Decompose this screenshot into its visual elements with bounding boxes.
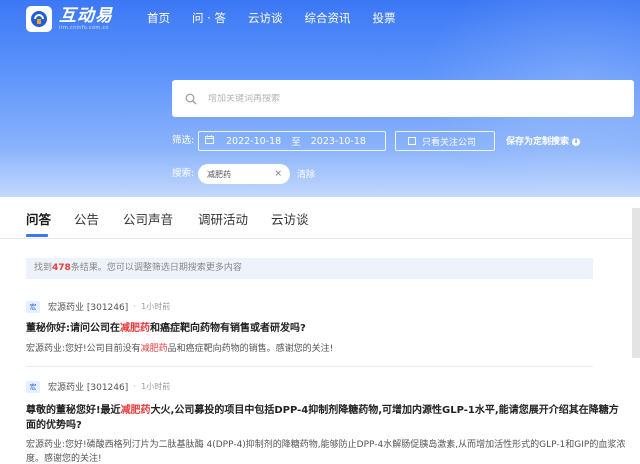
company-name[interactable]: 宏源药业 [301246] <box>48 380 128 393</box>
date-range-picker[interactable]: 2022-10-18 至 2023-10-18 <box>198 131 386 151</box>
content-tabs: 问答 公告 公司声音 调研活动 云访谈 <box>0 197 640 239</box>
company-icon: 宏 <box>26 380 40 393</box>
main-nav: 首页 问 · 答 云访谈 综合资讯 投票 <box>136 10 406 26</box>
search-input[interactable] <box>208 93 608 104</box>
date-from[interactable]: 2022-10-18 <box>226 136 281 147</box>
nav-home[interactable]: 首页 <box>147 10 170 26</box>
tab-announcements[interactable]: 公告 <box>74 209 99 228</box>
post-time: 1小时前 <box>141 302 171 311</box>
tab-cloud-interview[interactable]: 云访谈 <box>271 209 309 228</box>
keyword-tag-text: 减肥药 <box>207 169 231 179</box>
question-text[interactable]: 董秘你好:请问公司在减肥药和癌症靶向药物有销售或者研发吗? <box>26 321 626 336</box>
brand-subtitle: irm.cninfo.com.cn <box>59 24 109 31</box>
keyword-label: 搜索: <box>172 168 195 179</box>
nav-qa[interactable]: 问 · 答 <box>192 10 226 26</box>
follow-only-toggle[interactable]: 只看关注公司 <box>395 131 495 151</box>
search-icon[interactable] <box>184 92 198 106</box>
date-separator: 至 <box>291 137 301 148</box>
nav-cloud-interview[interactable]: 云访谈 <box>248 10 283 26</box>
search-bar <box>172 80 634 117</box>
answer-part: 宏源药业:您好!公司目前没有 <box>26 344 141 354</box>
keyword-tag: 减肥药 × <box>198 164 290 184</box>
question-highlight: 减肥药 <box>120 323 150 334</box>
tab-qa[interactable]: 问答 <box>26 209 51 228</box>
post-time: 1小时前 <box>141 382 171 391</box>
company-icon: 宏 <box>26 300 40 313</box>
question-part: 和癌症靶向药物有销售或者研发吗? <box>150 323 306 334</box>
result-count: 478 <box>52 263 71 273</box>
list-item-header: 宏 宏源药业 [301246] · 1小时前 <box>26 380 170 393</box>
company-name[interactable]: 宏源药业 [301246] <box>48 300 128 313</box>
save-custom-search-button[interactable]: 保存为定制搜索 i <box>506 134 581 147</box>
answer-highlight: 减肥药 <box>140 344 168 354</box>
list-item-header: 宏 宏源药业 [301246] · 1小时前 <box>26 300 170 313</box>
info-icon[interactable]: i <box>572 138 581 146</box>
tab-company-voice[interactable]: 公司声音 <box>123 209 173 228</box>
separator-dot: · <box>133 381 137 392</box>
answer-text: 宏源药业:您好!公司目前没有减肥药品和癌症靶向药物的销售。感谢您的关注! <box>26 342 626 356</box>
hero-banner: 互动易 irm.cninfo.com.cn 首页 问 · 答 云访谈 综合资讯 … <box>0 0 640 197</box>
brand-name: 互动易 <box>59 5 113 26</box>
question-highlight: 减肥药 <box>120 405 151 416</box>
follow-checkbox[interactable] <box>408 137 416 145</box>
question-part: 尊敬的董秘您好!最近 <box>26 405 121 416</box>
answer-text: 宏源药业:您好!磷酸西格列汀片为二肽基肽酶 4(DPP-4)抑制剂的降糖药物,能… <box>26 440 626 464</box>
question-text[interactable]: 尊敬的董秘您好!最近减肥药大火,公司募投的项目中包括DPP-4抑制剂降糖药物,可… <box>26 403 626 433</box>
answer-part: 品和癌症靶向药物的销售。感谢您的关注! <box>167 344 334 354</box>
logo-icon <box>26 6 52 32</box>
active-tab-indicator <box>26 234 48 237</box>
notice-prefix: 找到 <box>34 263 53 273</box>
date-to[interactable]: 2023-10-18 <box>311 136 366 147</box>
question-part: 董秘你好:请问公司在 <box>26 323 120 334</box>
site-logo[interactable]: 互动易 irm.cninfo.com.cn <box>26 6 113 32</box>
scrollbar[interactable] <box>632 208 640 358</box>
tab-research[interactable]: 调研活动 <box>198 209 248 228</box>
calendar-icon <box>205 135 214 147</box>
close-icon[interactable]: × <box>274 169 282 179</box>
nav-news[interactable]: 综合资讯 <box>304 10 350 26</box>
filter-label: 筛选: <box>172 135 195 146</box>
follow-label: 只看关注公司 <box>422 137 477 148</box>
save-search-label: 保存为定制搜索 <box>506 137 570 147</box>
divider <box>26 366 593 367</box>
clear-keyword-link[interactable]: 清除 <box>297 167 315 180</box>
separator-dot: · <box>133 301 137 312</box>
nav-vote[interactable]: 投票 <box>372 10 395 26</box>
result-notice: 找到478条结果。您可以调整筛选日期搜索更多内容 <box>26 258 593 279</box>
notice-suffix: 条结果。您可以调整筛选日期搜索更多内容 <box>70 263 242 273</box>
